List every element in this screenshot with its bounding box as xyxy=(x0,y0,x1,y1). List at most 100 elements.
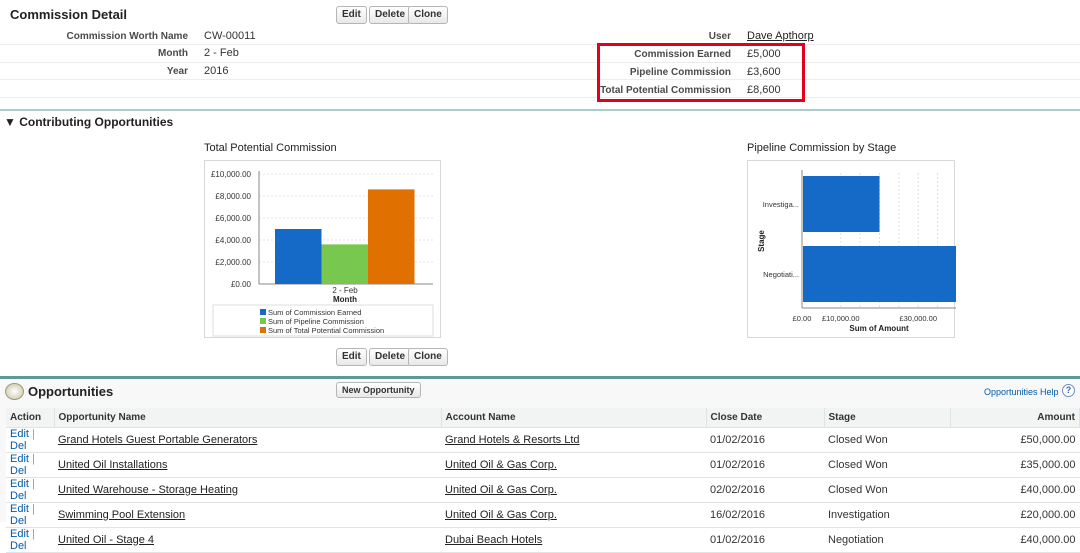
delete-button[interactable]: Delete xyxy=(369,6,412,24)
stage: Closed Won xyxy=(824,477,950,503)
del-link[interactable]: Del xyxy=(10,515,27,527)
opportunity-name-link[interactable]: Grand Hotels Guest Portable Generators xyxy=(58,434,257,446)
account-name-link[interactable]: United Oil & Gas Corp. xyxy=(445,484,557,496)
divider xyxy=(0,109,1080,111)
account-name-link[interactable]: Dubai Beach Hotels xyxy=(445,534,542,546)
row-actions: Edit | Del xyxy=(6,477,54,503)
opportunity-name-link[interactable]: United Oil Installations xyxy=(58,459,167,471)
del-link[interactable]: Del xyxy=(10,540,27,552)
y-tick-label: £2,000.00 xyxy=(215,258,251,267)
x-axis-title: Sum of Amount xyxy=(849,324,909,333)
opportunities-icon xyxy=(5,383,24,400)
delete-button[interactable]: Delete xyxy=(369,348,412,366)
y-tick-label: Investiga... xyxy=(763,200,799,209)
bar-sum-of-total-potential-commission xyxy=(368,189,415,284)
x-tick-label: £0.00 xyxy=(793,314,812,323)
new-opportunity-button[interactable]: New Opportunity xyxy=(336,382,421,398)
x-tick-label: 2 - Feb xyxy=(332,286,358,295)
account-name-link[interactable]: United Oil & Gas Corp. xyxy=(445,509,557,521)
x-axis-title: Month xyxy=(333,295,357,304)
edit-link[interactable]: Edit xyxy=(10,478,29,490)
y-axis-title: Stage xyxy=(757,230,766,252)
close-date: 01/02/2016 xyxy=(706,452,824,478)
bar-stage xyxy=(803,176,880,232)
table-row: Edit | Del United Warehouse - Storage He… xyxy=(6,477,1080,503)
field-value: 2 - Feb xyxy=(204,47,239,59)
row-actions: Edit | Del xyxy=(6,427,54,453)
table-row: Edit | Del Grand Hotels Guest Portable G… xyxy=(6,427,1080,453)
stage: Investigation xyxy=(824,502,950,528)
legend-label: Sum of Commission Earned xyxy=(268,308,361,317)
opportunity-name-link[interactable]: United Oil - Stage 4 xyxy=(58,534,154,546)
column-header[interactable]: Stage xyxy=(824,408,951,428)
user-link[interactable]: Dave Apthorp xyxy=(747,30,814,42)
edit-link[interactable]: Edit xyxy=(10,503,29,515)
table-row: Edit | Del Swimming Pool Extension Unite… xyxy=(6,502,1080,528)
table-row: Edit | Del United Oil - Stage 4 Dubai Be… xyxy=(6,527,1080,553)
opportunity-name-link[interactable]: Swimming Pool Extension xyxy=(58,509,185,521)
help-icon[interactable]: ? xyxy=(1062,384,1075,397)
stage: Closed Won xyxy=(824,427,950,453)
row-actions: Edit | Del xyxy=(6,527,54,553)
bar-stage xyxy=(803,246,956,302)
del-link[interactable]: Del xyxy=(10,490,27,502)
y-tick-label: £8,000.00 xyxy=(215,192,251,201)
edit-button[interactable]: Edit xyxy=(336,348,367,366)
column-header: Action xyxy=(6,408,55,428)
pipeline-by-stage-chart: Investiga... Negotiati... £0.00 £10,000.00 £… xyxy=(747,160,956,338)
bar-sum-of-commission-earned xyxy=(275,229,322,284)
clone-button[interactable]: Clone xyxy=(408,348,448,366)
total-commission-chart: £0.00 £2,000.00 £4,000.00 £6,000.00 £8,000.0… xyxy=(204,160,441,338)
legend-swatch xyxy=(260,309,266,315)
field-label: User xyxy=(708,31,731,42)
field-value: 2016 xyxy=(204,65,229,77)
row-actions: Edit | Del xyxy=(6,502,54,528)
legend-swatch xyxy=(260,327,266,333)
opportunities-table: Action Opportunity Name Account Name Clo… xyxy=(6,408,1080,553)
column-header[interactable]: Opportunity Name xyxy=(54,408,442,428)
clone-button[interactable]: Clone xyxy=(408,6,448,24)
column-header[interactable]: Amount xyxy=(950,408,1080,428)
del-link[interactable]: Del xyxy=(10,465,27,477)
amount: £40,000.00 xyxy=(950,477,1080,503)
edit-button[interactable]: Edit xyxy=(336,6,367,24)
amount: £20,000.00 xyxy=(950,502,1080,528)
table-row: Edit | Del United Oil Installations Unit… xyxy=(6,452,1080,478)
legend-label: Sum of Pipeline Commission xyxy=(268,317,364,326)
edit-link[interactable]: Edit xyxy=(10,528,29,540)
table-header-row: Action Opportunity Name Account Name Clo… xyxy=(6,408,1080,428)
amount: £40,000.00 xyxy=(950,527,1080,553)
close-date: 16/02/2016 xyxy=(706,502,824,528)
column-header[interactable]: Account Name xyxy=(441,408,707,428)
collapse-triangle-icon: ▼ xyxy=(4,115,20,129)
del-link[interactable]: Del xyxy=(10,440,27,452)
legend-swatch xyxy=(260,318,266,324)
account-name-link[interactable]: Grand Hotels & Resorts Ltd xyxy=(445,434,580,446)
page-title: Commission Detail xyxy=(10,7,128,22)
close-date: 01/02/2016 xyxy=(706,427,824,453)
bar-sum-of-pipeline-commission xyxy=(321,244,368,284)
section-title: Contributing Opportunities xyxy=(19,115,174,129)
y-tick-label: £0.00 xyxy=(231,280,252,289)
close-date: 01/02/2016 xyxy=(706,527,824,553)
stage: Closed Won xyxy=(824,452,950,478)
amount: £35,000.00 xyxy=(950,452,1080,478)
field-label: Month xyxy=(158,48,188,59)
column-header[interactable]: Close Date xyxy=(706,408,825,428)
chart-title: Total Potential Commission xyxy=(204,142,337,154)
chart-title: Pipeline Commission by Stage xyxy=(747,142,897,154)
close-date: 02/02/2016 xyxy=(706,477,824,503)
field-value: CW-00011 xyxy=(204,30,256,42)
section-title: Opportunities xyxy=(28,384,114,399)
edit-link[interactable]: Edit xyxy=(10,428,29,440)
row-actions: Edit | Del xyxy=(6,452,54,478)
legend-label: Sum of Total Potential Commission xyxy=(268,326,384,335)
section-contributing-opportunities[interactable]: ▼ Contributing Opportunities xyxy=(4,115,173,129)
field-label: Commission Worth Name xyxy=(66,31,189,42)
opportunities-help-link[interactable]: Opportunities Help xyxy=(984,387,1059,397)
y-tick-label: £4,000.00 xyxy=(215,236,251,245)
edit-link[interactable]: Edit xyxy=(10,453,29,465)
opportunity-name-link[interactable]: United Warehouse - Storage Heating xyxy=(58,484,238,496)
account-name-link[interactable]: United Oil & Gas Corp. xyxy=(445,459,557,471)
y-tick-label: £10,000.00 xyxy=(211,170,252,179)
